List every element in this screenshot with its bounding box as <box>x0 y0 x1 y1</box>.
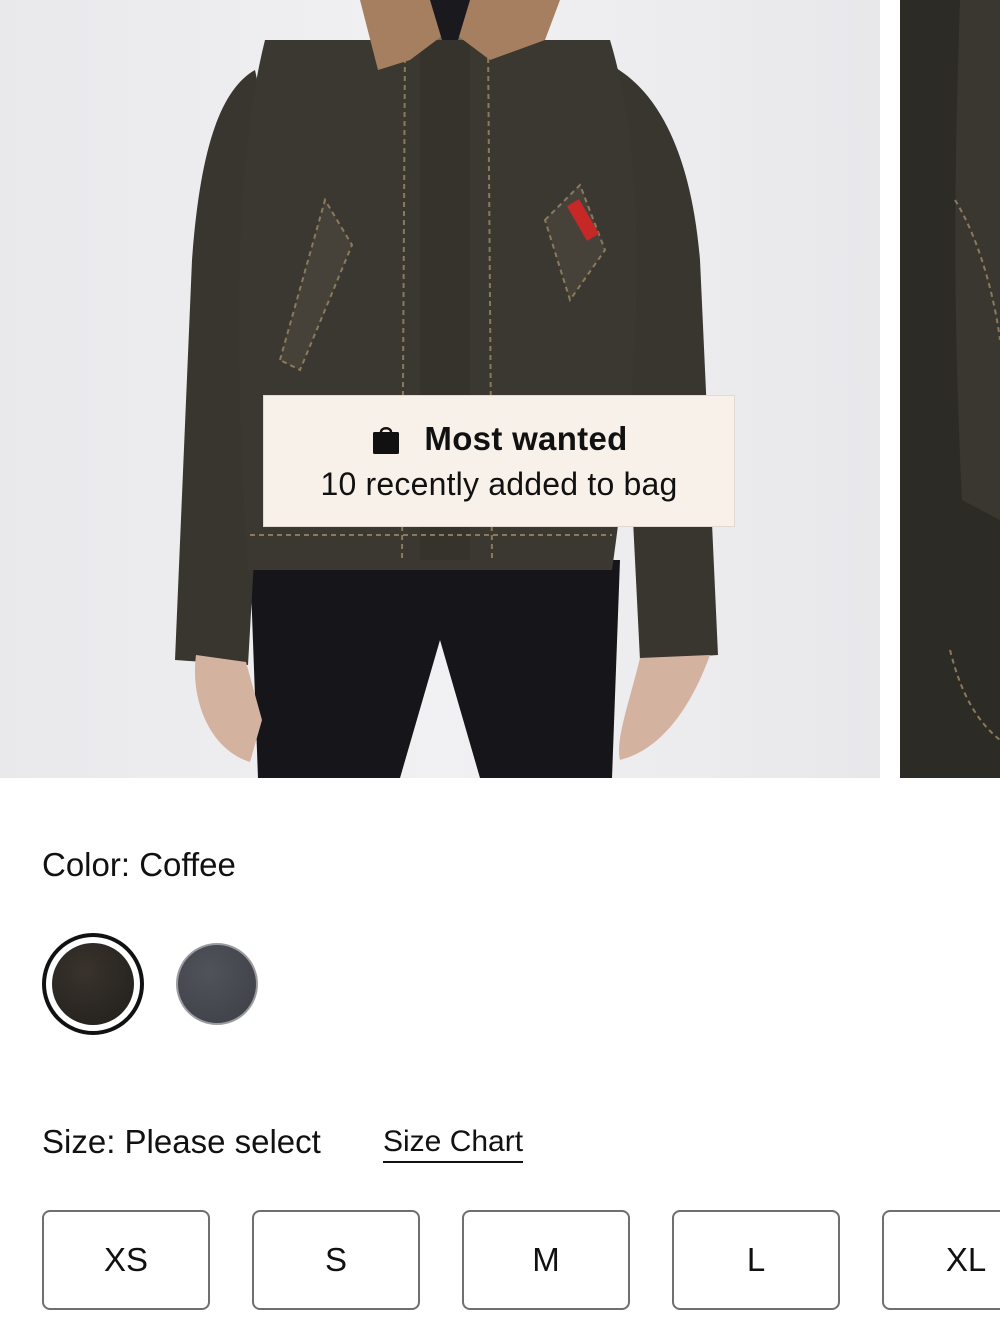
color-swatches <box>42 933 258 1035</box>
jacket-photo-next <box>900 0 1000 778</box>
color-swatch-coffee[interactable] <box>42 933 144 1035</box>
size-button-xl[interactable]: XL <box>882 1210 1000 1310</box>
product-image-next[interactable] <box>900 0 1000 778</box>
badge-title-row: Most wanted <box>370 420 627 458</box>
color-label: Color: Coffee <box>42 846 236 883</box>
color-swatch-coffee-fill <box>52 943 134 1025</box>
badge-subtitle: 10 recently added to bag <box>320 465 678 502</box>
product-page: Most wanted 10 recently added to bag Col… <box>0 0 1000 1333</box>
size-button-l[interactable]: L <box>672 1210 840 1310</box>
size-button-m[interactable]: M <box>462 1210 630 1310</box>
size-button-s[interactable]: S <box>252 1210 420 1310</box>
badge-title: Most wanted <box>424 419 628 457</box>
size-button-xs[interactable]: XS <box>42 1210 210 1310</box>
jacket-photo <box>175 0 718 778</box>
product-image-main[interactable] <box>0 0 880 778</box>
most-wanted-badge: Most wanted 10 recently added to bag <box>263 395 735 527</box>
size-options: XS S M L XL <box>42 1210 1000 1310</box>
shopping-bag-icon <box>370 423 402 455</box>
size-label: Size: Please select <box>42 1123 321 1160</box>
color-swatch-grey[interactable] <box>176 943 258 1025</box>
product-image-carousel[interactable]: Most wanted 10 recently added to bag <box>0 0 1000 778</box>
size-chart-link[interactable]: Size Chart <box>383 1125 524 1163</box>
